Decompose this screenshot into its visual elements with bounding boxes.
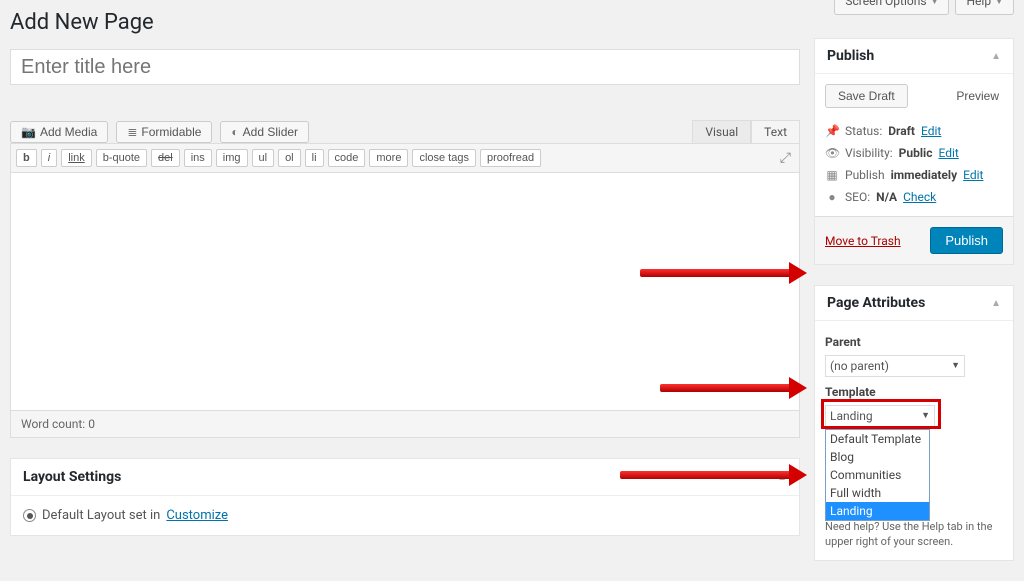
li-button[interactable]: li (305, 149, 324, 167)
page-title: Add New Page (10, 0, 800, 49)
parent-value: (no parent) (830, 359, 889, 373)
publish-value: immediately (891, 168, 958, 182)
help-label: Help (966, 0, 991, 8)
chevron-down-icon: ▼ (931, 0, 939, 6)
seo-label: SEO: (845, 190, 870, 204)
template-option[interactable]: Communities (826, 466, 929, 484)
closetags-button[interactable]: close tags (412, 149, 476, 167)
publish-box: Publish ▲ Save Draft Preview 📌 Status: D… (814, 38, 1014, 265)
eye-icon: 👁 (825, 146, 839, 160)
publish-title: Publish (827, 48, 874, 64)
collapse-icon[interactable]: ▲ (991, 298, 1001, 309)
page-attributes-title: Page Attributes (827, 295, 925, 311)
visibility-value: Public (899, 146, 933, 160)
move-to-trash-link[interactable]: Move to Trash (825, 234, 901, 248)
formidable-button[interactable]: ≣ Formidable (116, 121, 212, 143)
layout-settings-title: Layout Settings (23, 469, 121, 485)
screen-options-button[interactable]: Screen Options ▼ (834, 0, 949, 15)
preview-button[interactable]: Preview (952, 84, 1003, 108)
ol-button[interactable]: ol (278, 149, 301, 167)
proofread-button[interactable]: proofread (480, 149, 541, 167)
publish-edit-link[interactable]: Edit (963, 168, 983, 182)
template-label: Template (825, 385, 1003, 399)
link-button[interactable]: link (61, 149, 92, 167)
ins-button[interactable]: ins (184, 149, 212, 167)
save-draft-button[interactable]: Save Draft (825, 84, 908, 108)
visibility-edit-link[interactable]: Edit (938, 146, 958, 160)
bold-button[interactable]: b (16, 149, 37, 167)
ul-button[interactable]: ul (252, 149, 275, 167)
template-value: Landing (830, 409, 873, 423)
template-select[interactable]: Landing ▼ (825, 405, 935, 427)
dot-icon: ● (825, 190, 839, 204)
parent-select[interactable]: (no parent) ▼ (825, 355, 965, 377)
tab-visual[interactable]: Visual (692, 120, 751, 144)
chevron-down-icon: ▼ (951, 360, 960, 371)
attributes-help-text: Need help? Use the Help tab in the upper… (815, 515, 1013, 560)
status-label: Status: (845, 124, 882, 138)
calendar-icon: ▦ (825, 168, 839, 182)
editor-toolbar: b i link b-quote del ins img ul ol li co… (10, 143, 800, 173)
visibility-label: Visibility: (845, 146, 893, 160)
status-value: Draft (888, 124, 915, 138)
template-option[interactable]: Full width (826, 484, 929, 502)
collapse-icon[interactable]: ▲ (991, 51, 1001, 62)
page-attributes-box: Page Attributes ▲ Parent (no parent) ▼ T… (814, 285, 1014, 561)
add-media-label: Add Media (40, 125, 97, 139)
screen-options-label: Screen Options (845, 0, 926, 8)
code-button[interactable]: code (328, 149, 366, 167)
template-option[interactable]: Blog (826, 448, 929, 466)
form-icon: ≣ (127, 125, 137, 139)
status-edit-link[interactable]: Edit (921, 124, 941, 138)
del-button[interactable]: del (151, 149, 180, 167)
formidable-label: Formidable (141, 125, 201, 139)
chevron-down-icon: ▼ (995, 0, 1003, 6)
publish-button[interactable]: Publish (930, 227, 1003, 254)
publish-label: Publish (845, 168, 885, 182)
wordcount-label: Word count: (21, 417, 85, 431)
parent-label: Parent (825, 335, 1003, 349)
img-button[interactable]: img (216, 149, 248, 167)
template-option-selected[interactable]: Landing (826, 502, 929, 520)
template-dropdown[interactable]: Default Template Blog Communities Full w… (825, 429, 930, 521)
title-input[interactable] (10, 49, 800, 85)
wordcount-value: 0 (88, 417, 95, 431)
editor-textarea[interactable] (10, 173, 800, 411)
collapse-icon[interactable]: ▲ (777, 472, 787, 483)
fullscreen-icon[interactable]: ⤢ (780, 150, 791, 166)
camera-icon: 📷 (21, 125, 36, 139)
italic-button[interactable]: i (41, 149, 57, 167)
chevron-down-icon: ▼ (921, 410, 930, 421)
add-media-button[interactable]: 📷 Add Media (10, 121, 108, 143)
add-slider-button[interactable]: ◐ Add Slider (220, 121, 309, 143)
template-option[interactable]: Default Template (826, 430, 929, 448)
slider-icon: ◐ (231, 125, 238, 139)
blockquote-button[interactable]: b-quote (96, 149, 147, 167)
more-button[interactable]: more (369, 149, 408, 167)
pin-icon: 📌 (825, 124, 839, 138)
tab-text[interactable]: Text (751, 120, 800, 144)
editor-footer: Word count: 0 (10, 411, 800, 438)
help-button[interactable]: Help ▼ (955, 0, 1014, 15)
seo-check-link[interactable]: Check (903, 190, 936, 204)
add-slider-label: Add Slider (243, 125, 298, 139)
seo-value: N/A (876, 190, 897, 204)
